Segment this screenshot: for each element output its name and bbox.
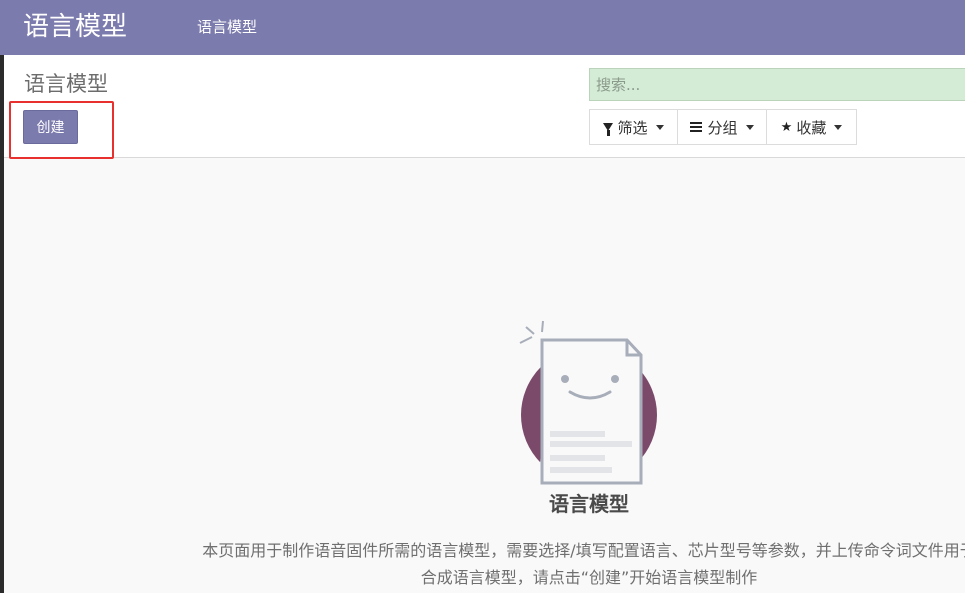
empty-document-illustration	[519, 320, 657, 488]
search-input[interactable]	[589, 68, 965, 101]
create-button[interactable]: 创建	[23, 110, 78, 144]
favorites-label: 收藏	[796, 118, 827, 137]
filters-dropdown[interactable]: 筛选	[589, 109, 678, 145]
app-title[interactable]: 语言模型	[23, 9, 127, 45]
caret-down-icon	[655, 124, 664, 130]
bars-icon	[690, 122, 703, 132]
group-by-label: 分组	[707, 118, 738, 137]
group-by-dropdown[interactable]: 分组	[677, 109, 767, 145]
document-icon	[540, 338, 643, 485]
filters-label: 筛选	[617, 118, 648, 137]
empty-state-title: 语言模型	[549, 492, 629, 516]
breadcrumb: 语言模型	[24, 72, 108, 96]
control-panel: 语言模型 创建 筛选 分组 ★ 收藏	[4, 55, 965, 159]
top-navbar: 语言模型 语言模型	[0, 0, 965, 55]
top-menu-item-language-model[interactable]: 语言模型	[197, 17, 257, 37]
caret-down-icon	[745, 124, 754, 130]
funnel-icon	[603, 123, 614, 136]
favorites-dropdown[interactable]: ★ 收藏	[766, 109, 857, 145]
caret-down-icon	[834, 124, 843, 130]
empty-state-description: 本页面用于制作语音固件所需的语言模型，需要选择/填写配置语言、芯片型号等参数，并…	[202, 541, 965, 587]
star-icon: ★	[780, 119, 793, 135]
